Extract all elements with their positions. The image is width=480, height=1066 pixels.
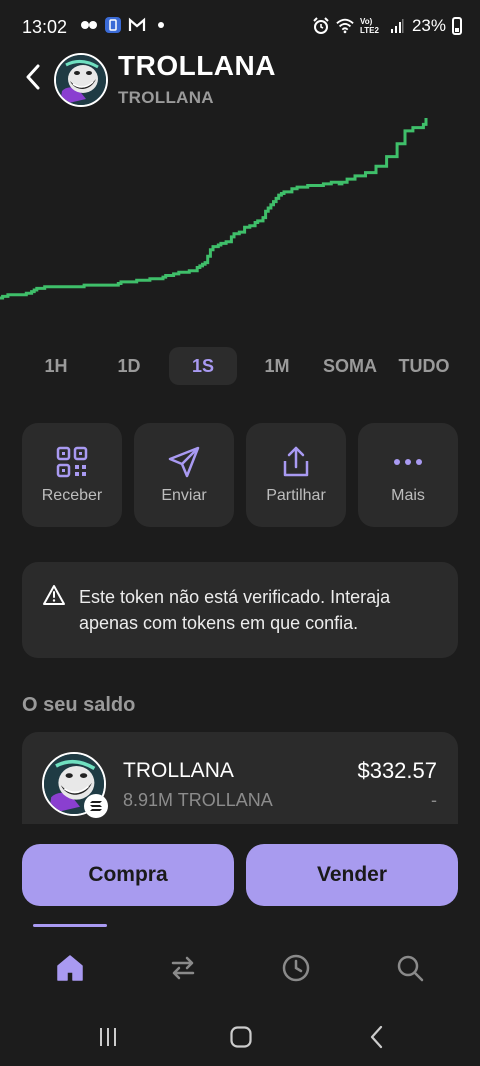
back-icon: [370, 1025, 383, 1049]
balance-token-name: TROLLANA: [123, 759, 234, 782]
nav-home[interactable]: [50, 948, 90, 988]
system-back-button[interactable]: [366, 1020, 388, 1054]
system-navigation-bar: [0, 1010, 480, 1066]
balance-change: -: [431, 790, 437, 810]
page-title: TROLLANA: [118, 50, 276, 81]
action-buttons: Receber Enviar Partilhar Mais: [22, 423, 458, 527]
header: TROLLANA TROLLANA: [0, 48, 480, 114]
balance-usd-value: $332.57: [357, 758, 437, 783]
trade-actions: Compra Vender: [0, 824, 480, 924]
messenger-icon: [80, 16, 98, 34]
send-icon: [168, 446, 200, 478]
nav-history[interactable]: [276, 948, 316, 988]
send-label: Enviar: [161, 487, 207, 504]
qr-code-icon: [56, 446, 88, 478]
solana-chain-icon: [84, 794, 108, 818]
token-avatar: [54, 53, 108, 107]
tab-1h[interactable]: 1H: [27, 347, 85, 385]
balance-heading: O seu saldo: [22, 694, 136, 716]
bottom-nav: [0, 924, 480, 1010]
page-subtitle: TROLLANA: [118, 88, 214, 107]
tab-soma[interactable]: SOMA: [316, 347, 384, 385]
chevron-left-icon: [26, 64, 40, 90]
app-icon: [104, 16, 122, 34]
status-right: Vo) LTE2 23%: [312, 16, 462, 36]
home-icon: [57, 955, 83, 981]
warning-triangle-icon: [43, 585, 65, 605]
dot-icon: [152, 16, 170, 34]
time-range-tabs: 1H 1D 1S 1M SOMA TUDO: [0, 347, 480, 387]
more-dots-icon: [394, 459, 422, 465]
system-home-button[interactable]: [228, 1020, 254, 1054]
history-icon: [282, 954, 310, 982]
tab-tudo[interactable]: TUDO: [392, 347, 456, 385]
share-icon: [283, 446, 309, 477]
balance-card[interactable]: TROLLANA 8.91M TROLLANA $332.57 -: [22, 732, 458, 824]
back-button[interactable]: [18, 62, 48, 92]
more-button[interactable]: Mais: [358, 423, 458, 527]
price-series-line: [0, 118, 428, 300]
unverified-token-warning: Este token não está verificado. Interaja…: [22, 562, 458, 658]
more-label: Mais: [391, 487, 425, 504]
gmail-icon: [128, 16, 146, 34]
tab-1s[interactable]: 1S: [169, 347, 237, 385]
share-button[interactable]: Partilhar: [246, 423, 346, 527]
share-label: Partilhar: [266, 487, 326, 504]
price-chart-svg: [0, 118, 428, 300]
alarm-icon: [312, 17, 330, 35]
home-circle-icon: [230, 1026, 252, 1048]
nav-swap[interactable]: [163, 948, 203, 988]
receive-label: Receber: [41, 487, 103, 504]
trollface-logo-icon: [56, 55, 106, 105]
tab-1d[interactable]: 1D: [100, 347, 158, 385]
sell-button[interactable]: Vender: [246, 844, 458, 906]
recents-button[interactable]: [96, 1020, 120, 1054]
status-time: 13:02: [22, 17, 68, 37]
warning-text: Este token não está verificado. Interaja…: [79, 587, 391, 633]
search-icon: [397, 955, 424, 982]
lte-icon: Vo) LTE2: [359, 17, 379, 35]
recents-icon: [100, 1028, 116, 1046]
receive-button[interactable]: Receber: [22, 423, 122, 527]
battery-percent: 23%: [411, 16, 446, 35]
status-left-icons: [80, 16, 170, 34]
balance-token-amount: 8.91M TROLLANA: [123, 790, 273, 810]
swap-icon: [171, 956, 195, 980]
tab-1m[interactable]: 1M: [248, 347, 306, 385]
send-button[interactable]: Enviar: [134, 423, 234, 527]
wifi-icon: [336, 17, 354, 35]
price-chart: [0, 110, 480, 310]
nav-active-indicator: [33, 924, 107, 927]
buy-button[interactable]: Compra: [22, 844, 234, 906]
signal-icon: [388, 17, 406, 35]
nav-search[interactable]: [390, 948, 430, 988]
battery-icon: [452, 17, 462, 35]
